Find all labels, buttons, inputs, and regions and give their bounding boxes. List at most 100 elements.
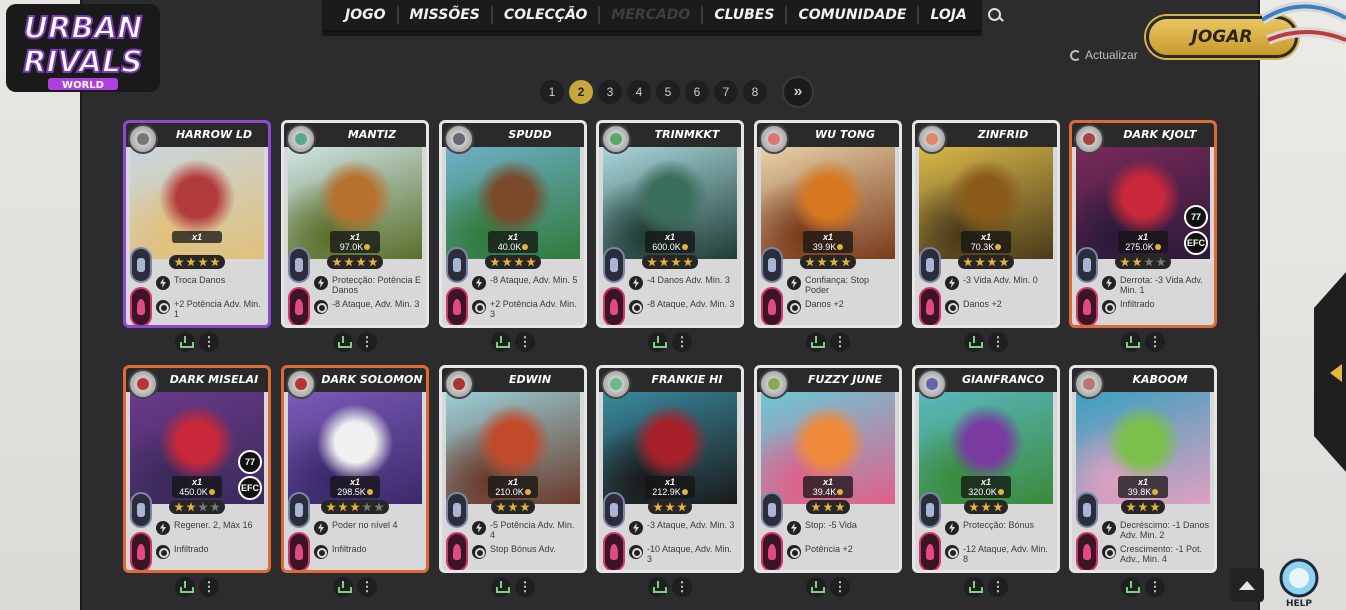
download-icon[interactable]: [806, 577, 826, 597]
more-options-icon[interactable]: [1145, 577, 1165, 597]
card-stars: [169, 500, 225, 514]
character-card[interactable]: FUZZY JUNE x1 39.4K Stop: -5 Vida Potênc…: [754, 365, 902, 573]
more-options-icon[interactable]: [515, 577, 535, 597]
card-xp: 39.9K: [803, 242, 853, 252]
character-card[interactable]: GIANFRANCO x1 320.0K Protecção: Bónus -1…: [912, 365, 1060, 573]
page-8[interactable]: 8: [743, 80, 767, 104]
card-level: x1: [980, 232, 991, 242]
star-icon: [1132, 257, 1142, 267]
character-card[interactable]: KABOOM x1 39.8K Decréscimo: -1 Danos Adv…: [1069, 365, 1217, 573]
download-icon[interactable]: [333, 332, 353, 352]
download-icon[interactable]: [964, 332, 984, 352]
star-icon: [823, 502, 833, 512]
ability-text: -3 Vida Adv. Min. 0: [963, 275, 1038, 285]
download-icon[interactable]: [175, 332, 195, 352]
clan-icon: [601, 369, 631, 399]
character-card[interactable]: EDWIN x1 210.0K -5 Potência Adv. Min. 4 …: [439, 365, 587, 573]
character-card[interactable]: FRANKIE HI x1 212.9K -3 Ataque, Adv. Min…: [596, 365, 744, 573]
character-card[interactable]: TRINMKKT x1 600.0K -4 Danos Adv. Min. 3 …: [596, 120, 744, 328]
page-2[interactable]: 2: [569, 80, 593, 104]
card-level: x1: [1137, 232, 1148, 242]
page-7[interactable]: 7: [714, 80, 738, 104]
coin-icon: [837, 244, 844, 250]
more-options-icon[interactable]: [830, 577, 850, 597]
more-options-icon[interactable]: [672, 577, 692, 597]
ability-icon: [629, 276, 643, 290]
download-icon[interactable]: [964, 577, 984, 597]
star-icon: [677, 502, 687, 512]
urban-rivals-logo[interactable]: URBAN RIVALS WORLD: [4, 2, 162, 94]
star-icon: [659, 257, 669, 267]
more-options-icon[interactable]: [988, 577, 1008, 597]
clan-icon: [1074, 124, 1104, 154]
page-5[interactable]: 5: [656, 80, 680, 104]
download-icon[interactable]: [648, 332, 668, 352]
star-icon: [344, 257, 354, 267]
character-card[interactable]: DARK MISELAI 77 EFC x1 450.0K Regener. 2,…: [123, 365, 271, 573]
download-icon[interactable]: [333, 577, 353, 597]
star-icon: [526, 257, 536, 267]
download-icon[interactable]: [1121, 577, 1141, 597]
page-1[interactable]: 1: [540, 80, 564, 104]
card-ability: Poder no nível 4: [314, 520, 422, 535]
nav-item-mercado[interactable]: MERCADO: [600, 6, 704, 24]
card-name: DARK SOLOMON: [321, 373, 423, 386]
nav-item-colecção[interactable]: COLECÇÃO: [493, 6, 601, 24]
nav-item-missões[interactable]: MISSÕES: [399, 6, 493, 24]
level-box: x1 97.0K: [330, 231, 380, 253]
character-card[interactable]: WU TONG x1 39.9K Confiança: Stop Poder D…: [754, 120, 902, 328]
ability-text: -3 Ataque, Adv. Min. 3: [647, 520, 735, 530]
more-options-icon[interactable]: [672, 332, 692, 352]
download-icon[interactable]: [806, 332, 826, 352]
more-options-icon[interactable]: [357, 332, 377, 352]
nav-item-clubes[interactable]: CLUBES: [703, 6, 788, 24]
ability-icon: [945, 276, 959, 290]
refresh-button[interactable]: Actualizar: [1070, 48, 1138, 62]
page-3[interactable]: 3: [598, 80, 622, 104]
scroll-to-top-button[interactable]: [1230, 568, 1264, 602]
download-icon[interactable]: [491, 332, 511, 352]
more-options-icon[interactable]: [830, 332, 850, 352]
character-card[interactable]: SPUDD x1 40.0K -8 Ataque, Adv. Min. 5 +2…: [439, 120, 587, 328]
card-slot: WU TONG x1 39.9K Confiança: Stop Poder D…: [754, 120, 902, 352]
star-icon: [981, 502, 991, 512]
download-icon[interactable]: [1121, 332, 1141, 352]
help-button[interactable]: HELP: [1276, 556, 1322, 610]
star-icon: [508, 502, 518, 512]
star-icon: [374, 502, 384, 512]
ability-icon: [314, 276, 328, 290]
download-icon[interactable]: [175, 577, 195, 597]
character-card[interactable]: HARROW LD x1 Troca Danos +2 Potência Adv…: [123, 120, 271, 328]
more-options-icon[interactable]: [199, 332, 219, 352]
star-icon: [198, 502, 208, 512]
power-stat-icon: [919, 247, 941, 283]
character-card[interactable]: MANTIZ x1 97.0K Protecção: Potência E Da…: [281, 120, 429, 328]
card-ability: Derrota: -3 Vida Adv. Min. 1: [1102, 275, 1210, 295]
nav-item-loja[interactable]: LOJA: [919, 6, 977, 24]
character-card[interactable]: ZINFRID x1 70.3K -3 Vida Adv. Min. 0 Dan…: [912, 120, 1060, 328]
damage-stat-icon: [446, 532, 468, 570]
card-slot: ZINFRID x1 70.3K -3 Vida Adv. Min. 0 Dan…: [912, 120, 1060, 352]
more-options-icon[interactable]: [199, 577, 219, 597]
page-4[interactable]: 4: [627, 80, 651, 104]
more-options-icon[interactable]: [988, 332, 1008, 352]
nav-item-jogo[interactable]: JOGO: [334, 6, 399, 24]
download-icon[interactable]: [491, 577, 511, 597]
download-icon[interactable]: [648, 577, 668, 597]
card-slot: MANTIZ x1 97.0K Protecção: Potência E Da…: [281, 120, 429, 352]
star-icon: [356, 257, 366, 267]
next-pages-button[interactable]: »: [782, 76, 814, 108]
card-actions: [596, 332, 744, 352]
character-card[interactable]: DARK SOLOMON x1 298.5K Poder no nível 4 …: [281, 365, 429, 573]
more-options-icon[interactable]: [357, 577, 377, 597]
page-6[interactable]: 6: [685, 80, 709, 104]
pagination: 1 2 3 4 5 6 7 8 »: [540, 76, 814, 108]
logo-line1: URBAN: [24, 11, 143, 46]
card-bonus: Infiltrado: [156, 544, 264, 559]
more-options-icon[interactable]: [1145, 332, 1165, 352]
more-options-icon[interactable]: [515, 332, 535, 352]
nav-item-comunidade[interactable]: COMUNIDADE: [787, 6, 920, 24]
character-card[interactable]: DARK KJOLT 77 EFC x1 275.0K Derrota: -3 V…: [1069, 120, 1217, 328]
ability-icon: [156, 276, 170, 290]
card-bonus: +2 Potência Adv. Min. 1: [156, 299, 264, 319]
